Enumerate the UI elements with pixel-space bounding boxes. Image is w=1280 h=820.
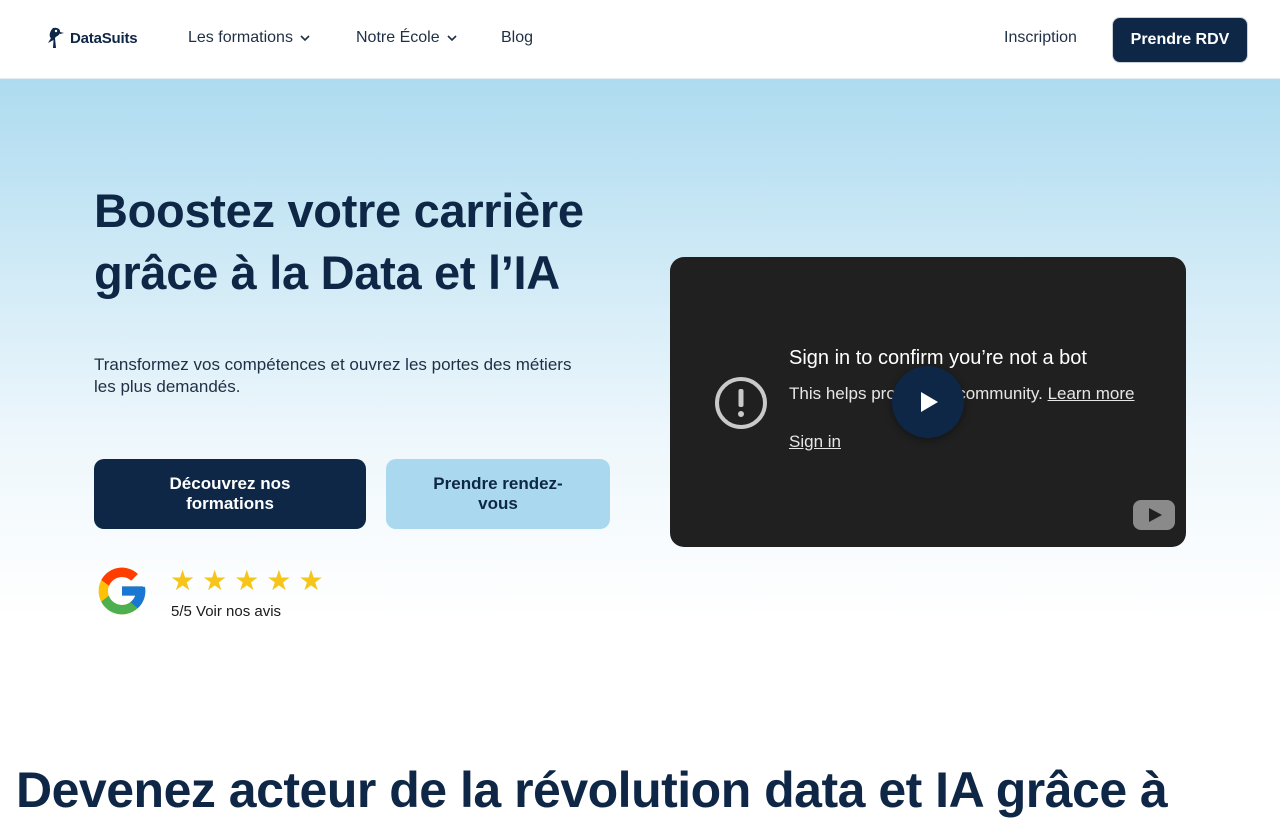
chevron-down-icon [300,35,310,42]
star-icon: ★ [170,565,196,596]
prendre-rdv-button[interactable]: Prendre RDV [1112,17,1248,63]
inscription-link[interactable]: Inscription [1004,29,1077,47]
logo-bird-icon [48,27,64,48]
hero-title: Boostez votre carrière grâce à la Data e… [94,180,654,304]
discover-formations-button[interactable]: Découvrez nos formations [94,459,366,529]
play-button[interactable] [892,366,964,438]
chevron-down-icon [447,35,457,42]
star-icon: ★ [266,565,292,596]
logo-text: DataSuits [70,29,138,47]
nav-notre-ecole[interactable]: Notre École [356,29,458,47]
rating-stars: ★ ★ ★ ★ ★ [170,565,324,597]
video-body: This helps protect our community. Learn … [789,382,1149,406]
hero-title-line2: grâce à la Data et l’IA [94,246,560,299]
star-icon: ★ [234,565,260,596]
play-icon [921,392,938,412]
logo[interactable]: DataSuits [44,26,138,50]
nav-blog[interactable]: Blog [501,29,533,47]
hero-subtitle: Transformez vos compétences et ouvrez le… [94,355,572,396]
sign-in-link[interactable]: Sign in [789,430,841,454]
nav-les-formations[interactable]: Les formations [188,29,311,47]
nav-label: Notre École [356,29,440,46]
google-icon [98,567,146,615]
nav-label: Les formations [188,29,293,46]
book-appointment-button[interactable]: Prendre rendez-vous [386,459,610,529]
alert-circle-icon [715,377,767,429]
hero-title-line1: Boostez votre carrière [94,184,584,237]
star-icon: ★ [298,565,324,596]
youtube-icon[interactable] [1133,500,1175,530]
site-header: DataSuits Les formations Notre École Blo… [0,0,1280,79]
star-icon: ★ [202,565,228,596]
video-embed[interactable]: Sign in to confirm you’re not a bot This… [670,257,1186,547]
section-heading: Devenez acteur de la révolution data et … [16,762,1168,818]
nav-label: Blog [501,29,534,46]
rating-text[interactable]: 5/5 Voir nos avis [171,603,281,620]
learn-more-link[interactable]: Learn more [1048,384,1135,403]
